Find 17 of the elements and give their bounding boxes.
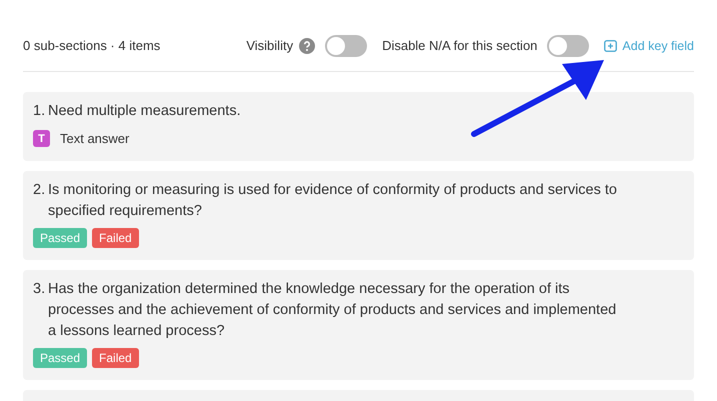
question-text: 3. Has the organization determined the knowledge necessary for the operation of its processes and the achievement of conformity of products and services and implemented a lessons learned process? — [33, 280, 618, 340]
option-tag: Passed — [33, 228, 88, 248]
visibility-label: Visibility — [246, 37, 294, 56]
toggle-switch[interactable] — [325, 35, 368, 57]
answer-type-label: Text answer — [60, 130, 130, 148]
add-key-field-link[interactable]: Add key field — [604, 36, 694, 56]
text-answer-badge: T — [33, 130, 50, 148]
toggle-switch[interactable] — [547, 35, 590, 57]
option-tag: Passed — [33, 348, 88, 368]
help-icon[interactable] — [299, 38, 316, 54]
option-tag: Failed — [92, 348, 139, 368]
summary-text: 0 sub-sections · 4 items — [23, 37, 160, 56]
plus-square-icon — [604, 40, 618, 52]
option-tag: Failed — [92, 228, 139, 248]
question-text: 1. Need multiple measurements. — [33, 102, 242, 121]
disable-na-label: Disable N/A for this section — [382, 37, 538, 56]
question-text: 2. Is monitoring or measuring is used for evidence of conformity of products and services to specified requirements? — [33, 180, 618, 220]
